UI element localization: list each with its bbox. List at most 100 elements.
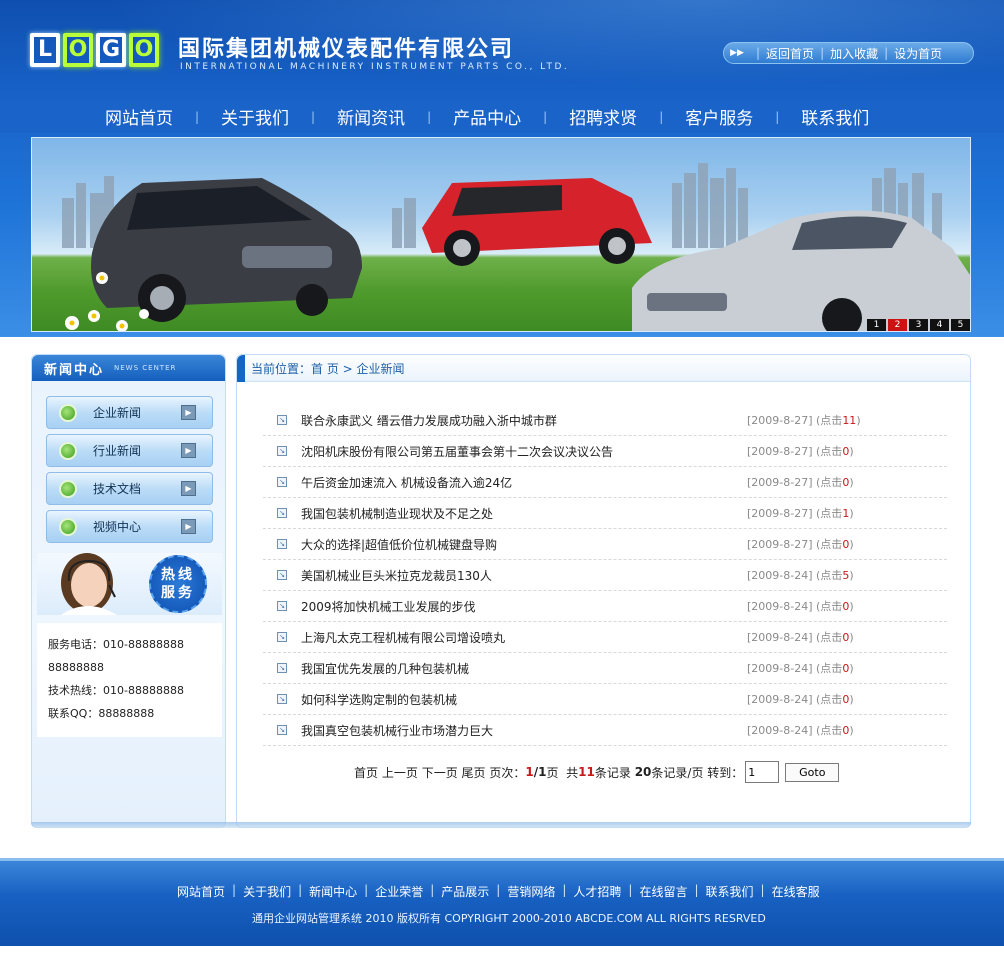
- arrow-bullet-icon: ↘: [277, 601, 287, 611]
- footer-link[interactable]: 在线留言: [639, 883, 687, 900]
- news-row[interactable]: ↘ 如何科学选购定制的包装机械 [2009-8-24] (点击0): [263, 684, 947, 715]
- first-page-link[interactable]: 首页: [354, 764, 378, 781]
- top-links: ▶▶ | 返回首页 | 加入收藏 | 设为首页: [723, 42, 974, 64]
- news-date: [2009-8-24]: [747, 724, 813, 737]
- news-row[interactable]: ↘ 上海凡太克工程机械有限公司增设喷丸 [2009-8-24] (点击0): [263, 622, 947, 653]
- logo-letter: O: [63, 33, 93, 67]
- footer-link[interactable]: 产品展示: [441, 883, 489, 900]
- news-meta: [2009-8-27] (点击0): [747, 536, 854, 552]
- arrow-bullet-icon: ↘: [277, 570, 287, 580]
- news-date: [2009-8-27]: [747, 507, 813, 520]
- banner-page-button[interactable]: 1: [867, 319, 886, 331]
- nav-divider: |: [543, 109, 548, 124]
- goto-page-input[interactable]: [745, 761, 780, 783]
- nav-about[interactable]: 关于我们: [221, 104, 289, 129]
- total-pages: /1: [533, 765, 547, 779]
- news-date: [2009-8-24]: [747, 662, 813, 675]
- news-meta: [2009-8-24] (点击5): [747, 567, 854, 583]
- set-homepage-link[interactable]: 设为首页: [894, 45, 942, 62]
- play-arrow-icon: ▶: [181, 481, 196, 496]
- next-page-link[interactable]: 下一页: [422, 764, 458, 781]
- news-date: [2009-8-24]: [747, 569, 813, 582]
- sidebar-item-company-news[interactable]: 企业新闻 ▶: [46, 396, 213, 429]
- nav-divider: |: [427, 109, 432, 124]
- news-title[interactable]: 我国真空包装机械行业市场潜力巨大: [301, 722, 493, 739]
- bookmark-link[interactable]: 加入收藏: [830, 45, 878, 62]
- news-title[interactable]: 沈阳机床股份有限公司第五届董事会第十二次会议决议公告: [301, 443, 613, 460]
- footer-divider: |: [628, 883, 633, 897]
- pages-label: 页次：: [489, 765, 526, 780]
- nav-service[interactable]: 客户服务: [685, 104, 753, 129]
- refresh-icon: [59, 403, 77, 422]
- company-name-cn: 国际集团机械仪表配件有限公司: [178, 37, 515, 62]
- hits-prefix: (点击: [816, 600, 843, 613]
- arrow-bullet-icon: ↘: [277, 477, 287, 487]
- goto-label: 转到：: [707, 765, 744, 780]
- footer-link[interactable]: 联系我们: [706, 883, 754, 900]
- nav-jobs[interactable]: 招聘求贤: [569, 104, 637, 129]
- hits-prefix: (点击: [816, 476, 843, 489]
- footer: 网站首页 | 关于我们 | 新闻中心 | 企业荣誉 | 产品展示 | 营销网络 | 人才招聘 | 在线留言 |…: [0, 858, 1004, 946]
- footer-link[interactable]: 营销网络: [507, 883, 555, 900]
- hits-suffix: ): [849, 600, 854, 613]
- banner-page-button[interactable]: 4: [930, 319, 949, 331]
- footer-link[interactable]: 关于我们: [243, 883, 291, 900]
- news-title[interactable]: 上海凡太克工程机械有限公司增设喷丸: [301, 629, 505, 646]
- logo[interactable]: L O G O: [30, 33, 159, 69]
- banner-slideshow[interactable]: 1 2 3 4 5: [31, 137, 971, 332]
- news-row[interactable]: ↘ 2009将加快机械工业发展的步伐 [2009-8-24] (点击0): [263, 591, 947, 622]
- news-title[interactable]: 大众的选择|超值低价位机械键盘导购: [301, 536, 497, 553]
- breadcrumb-text[interactable]: 当前位置：首 页 > 企业新闻: [251, 360, 405, 377]
- news-row[interactable]: ↘ 联合永康武义 缙云借力发展成功融入浙中城市群 [2009-8-27] (点击11…: [263, 405, 947, 436]
- news-title[interactable]: 午后资金加速流入 机械设备流入逾24亿: [301, 474, 512, 491]
- news-row[interactable]: ↘ 我国真空包装机械行业市场潜力巨大 [2009-8-24] (点击0): [263, 715, 947, 746]
- last-page-link[interactable]: 尾页: [462, 764, 486, 781]
- sidebar-item-video-center[interactable]: 视频中心 ▶: [46, 510, 213, 543]
- hotline-banner[interactable]: 热线 服务: [37, 553, 222, 615]
- nav-news[interactable]: 新闻资讯: [337, 104, 405, 129]
- page-unit: 页: [546, 765, 559, 780]
- news-row[interactable]: ↘ 我国包装机械制造业现状及不足之处 [2009-8-27] (点击1): [263, 498, 947, 529]
- sidebar-item-tech-docs[interactable]: 技术文档 ▶: [46, 472, 213, 505]
- news-row[interactable]: ↘ 午后资金加速流入 机械设备流入逾24亿 [2009-8-27] (点击0): [263, 467, 947, 498]
- hits-prefix: (点击: [816, 724, 843, 737]
- customer-service-agent-image: [61, 553, 117, 615]
- footer-divider: |: [496, 883, 501, 897]
- nav-products[interactable]: 产品中心: [453, 104, 521, 129]
- hotline-badge-line: 热线: [161, 567, 195, 583]
- sidebar-item-label: 视频中心: [93, 520, 142, 534]
- red-compact-car: [422, 178, 652, 266]
- footer-link[interactable]: 企业荣誉: [375, 883, 423, 900]
- footer-link[interactable]: 新闻中心: [309, 883, 357, 900]
- news-title[interactable]: 我国包装机械制造业现状及不足之处: [301, 505, 493, 522]
- home-link[interactable]: 返回首页: [766, 45, 814, 62]
- news-title[interactable]: 如何科学选购定制的包装机械: [301, 691, 457, 708]
- logo-letter: L: [30, 33, 60, 67]
- banner-page-button[interactable]: 5: [951, 319, 970, 331]
- news-title[interactable]: 我国宜优先发展的几种包装机械: [301, 660, 469, 677]
- refresh-icon: [59, 479, 77, 498]
- news-title[interactable]: 联合永康武义 缙云借力发展成功融入浙中城市群: [301, 412, 557, 429]
- divider: |: [756, 46, 761, 60]
- footer-divider: |: [562, 883, 567, 897]
- goto-button[interactable]: Goto: [785, 762, 840, 782]
- footer-link[interactable]: 人才招聘: [573, 883, 621, 900]
- news-meta: [2009-8-24] (点击0): [747, 598, 854, 614]
- news-row[interactable]: ↘ 大众的选择|超值低价位机械键盘导购 [2009-8-27] (点击0): [263, 529, 947, 560]
- news-row[interactable]: ↘ 我国宜优先发展的几种包装机械 [2009-8-24] (点击0): [263, 653, 947, 684]
- nav-contact[interactable]: 联系我们: [801, 104, 869, 129]
- footer-divider: |: [232, 883, 237, 897]
- banner-page-button[interactable]: 3: [909, 319, 928, 331]
- prev-page-link[interactable]: 上一页: [382, 764, 418, 781]
- nav-home[interactable]: 网站首页: [105, 104, 173, 129]
- fast-forward-icon: ▶▶: [730, 48, 744, 58]
- footer-link[interactable]: 网站首页: [177, 883, 225, 900]
- news-title[interactable]: 2009将加快机械工业发展的步伐: [301, 598, 476, 615]
- news-row[interactable]: ↘ 沈阳机床股份有限公司第五届董事会第十二次会议决议公告 [2009-8-27] (…: [263, 436, 947, 467]
- sidebar-item-label: 行业新闻: [93, 444, 142, 458]
- footer-link[interactable]: 在线客服: [772, 883, 820, 900]
- news-row[interactable]: ↘ 美国机械业巨头米拉克龙裁员130人 [2009-8-24] (点击5): [263, 560, 947, 591]
- banner-page-button-active[interactable]: 2: [888, 319, 907, 331]
- news-title[interactable]: 美国机械业巨头米拉克龙裁员130人: [301, 567, 492, 584]
- sidebar-item-industry-news[interactable]: 行业新闻 ▶: [46, 434, 213, 467]
